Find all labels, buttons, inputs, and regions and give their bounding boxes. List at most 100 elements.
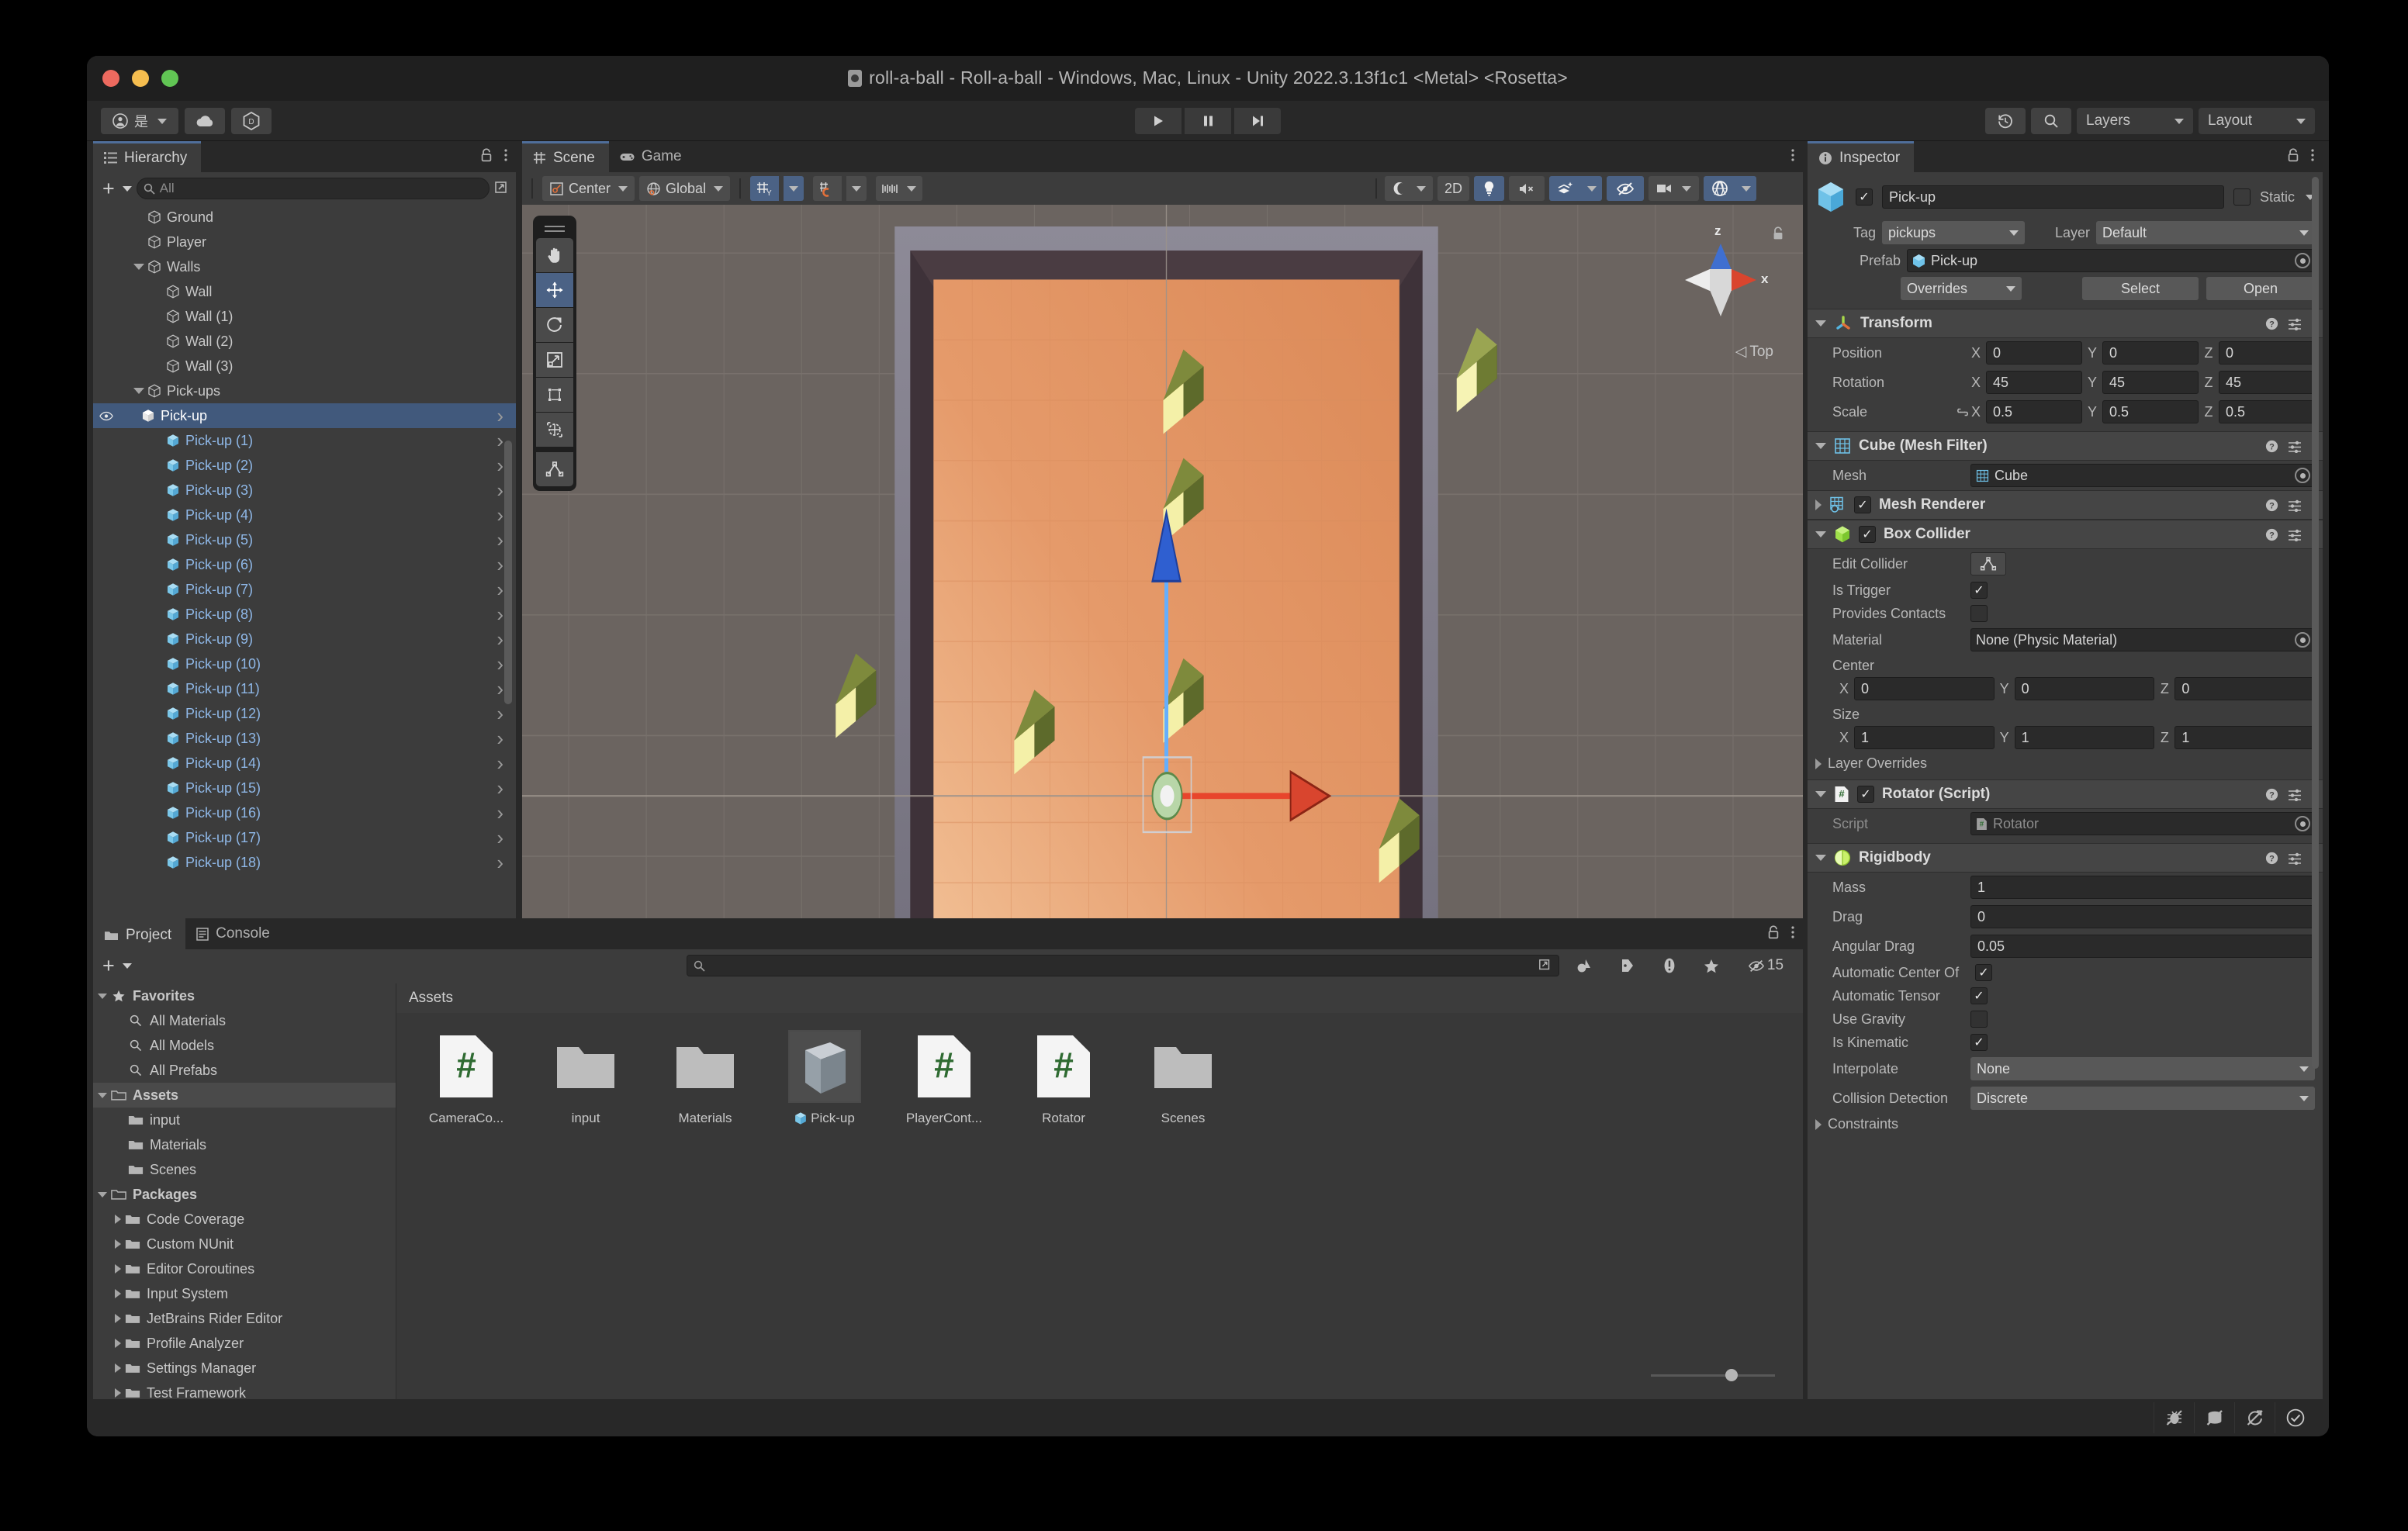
tab-inspector[interactable]: Inspector (1808, 141, 1915, 172)
filter-by-type-icon[interactable] (1564, 957, 1604, 974)
inspector-scrollbar[interactable] (2310, 177, 2320, 1391)
lock-icon[interactable] (1767, 925, 1780, 939)
refresh-off-icon[interactable] (2234, 1402, 2275, 1433)
project-tree-row[interactable]: Packages (93, 1182, 396, 1207)
project-search-expand-icon[interactable] (1538, 959, 1552, 973)
mesh-object-field[interactable]: Cube (1970, 464, 2315, 487)
hierarchy-row[interactable]: Pick-up (17) › (93, 825, 516, 850)
project-tree-row[interactable]: Editor Coroutines (93, 1256, 396, 1281)
collider-material-field[interactable]: None (Physic Material) (1970, 628, 2315, 651)
scale-y-input[interactable]: 0.5 (2102, 400, 2199, 423)
filter-warnings-icon[interactable] (1651, 957, 1688, 974)
hierarchy-search-expand-icon[interactable] (494, 181, 510, 196)
preset-icon[interactable] (2288, 788, 2302, 801)
layer-overrides-row[interactable]: Layer Overrides (1808, 752, 2323, 775)
lock-icon[interactable] (480, 148, 493, 162)
project-tree-scrollbar[interactable] (1790, 1016, 1801, 1353)
services-button[interactable]: D (231, 108, 272, 134)
foldout-icon[interactable] (115, 1314, 121, 1323)
layer-dropdown[interactable]: Default (2096, 221, 2315, 244)
project-tree-row[interactable]: JetBrains Rider Editor (93, 1306, 396, 1331)
interpolate-dropdown[interactable]: None (1970, 1057, 2315, 1080)
rotate-tool-button[interactable] (536, 308, 573, 342)
ruler-dropdown[interactable] (876, 176, 923, 201)
cache-off-icon[interactable] (2194, 1402, 2234, 1433)
rotator-enabled-checkbox[interactable]: ✓ (1857, 786, 1874, 803)
hierarchy-row[interactable]: Pick-up (1) › (93, 428, 516, 453)
scale-z-input[interactable]: 0.5 (2219, 400, 2315, 423)
project-tree-row[interactable]: Materials (93, 1132, 396, 1157)
use-gravity-checkbox[interactable] (1970, 1011, 1988, 1028)
project-tree-row[interactable]: Code Coverage (93, 1207, 396, 1232)
hierarchy-row[interactable]: Pick-up (7) › (93, 577, 516, 602)
project-tree[interactable]: Favorites All Materials All Models All Pref… (93, 983, 396, 1399)
pivot-mode-dropdown[interactable]: Center (542, 176, 635, 201)
mesh-renderer-enabled-checkbox[interactable]: ✓ (1854, 496, 1871, 513)
project-tree-row[interactable]: Scenes (93, 1157, 396, 1182)
asset-grid-item[interactable]: input (536, 1030, 635, 1126)
foldout-icon[interactable] (115, 1264, 121, 1274)
toggle-2d-button[interactable]: 2D (1437, 176, 1469, 201)
center-z-input[interactable]: 0 (2174, 677, 2316, 700)
kebab-menu-icon[interactable] (2310, 148, 2315, 162)
size-x-input[interactable]: 1 (1854, 726, 1995, 749)
hierarchy-row[interactable]: Pick-up (14) › (93, 751, 516, 776)
hierarchy-row[interactable]: Wall (3) (93, 354, 516, 378)
preset-icon[interactable] (2288, 528, 2302, 541)
layout-dropdown[interactable]: Layout (2199, 108, 2315, 134)
foldout-icon[interactable] (115, 1289, 121, 1298)
project-tree-row[interactable]: All Models (93, 1033, 396, 1058)
filter-by-label-icon[interactable] (1609, 958, 1646, 973)
check-circle-icon[interactable] (2275, 1402, 2315, 1433)
project-tree-row[interactable]: Settings Manager (93, 1356, 396, 1381)
mesh-filter-component-header[interactable]: Cube (Mesh Filter) ? (1808, 431, 2323, 461)
hierarchy-row[interactable]: Pick-up (10) › (93, 651, 516, 676)
cloud-button[interactable] (185, 108, 225, 134)
hierarchy-row[interactable]: Pick-up (5) › (93, 527, 516, 552)
rotation-y-input[interactable]: 45 (2102, 371, 2199, 394)
kebab-menu-icon[interactable] (1790, 925, 1795, 939)
chevron-down-icon[interactable] (122, 962, 132, 969)
gameobject-enabled-checkbox[interactable]: ✓ (1856, 188, 1873, 206)
asset-grid-item[interactable]: Pick-up (775, 1030, 874, 1126)
open-prefab-button[interactable]: Open (2206, 277, 2315, 300)
gizmo-lock-icon[interactable] (1772, 226, 1784, 240)
help-icon[interactable]: ? (2265, 788, 2278, 801)
hierarchy-row[interactable]: Wall (1) (93, 304, 516, 329)
custom-tool-button[interactable] (536, 452, 573, 486)
hierarchy-row[interactable]: Walls (93, 254, 516, 279)
transform-tool-button[interactable] (536, 413, 573, 447)
is-kinematic-checkbox[interactable]: ✓ (1970, 1034, 1988, 1051)
shading-mode-dropdown[interactable] (1384, 176, 1433, 201)
assets-grid[interactable]: # CameraCo... input Materials Pick-up # Player… (396, 1013, 1803, 1126)
hierarchy-row[interactable]: Pick-up (15) › (93, 776, 516, 800)
help-icon[interactable]: ? (2265, 852, 2278, 865)
project-create-button[interactable]: + (99, 955, 118, 976)
help-icon[interactable]: ? (2265, 499, 2278, 512)
scene-view-orientation-label[interactable]: ◁ Top (1735, 343, 1773, 361)
tab-scene[interactable]: Scene (522, 141, 609, 172)
foldout-icon[interactable] (115, 1215, 121, 1224)
scale-x-input[interactable]: 0.5 (1986, 400, 2082, 423)
rigidbody-component-header[interactable]: Rigidbody ? (1808, 843, 2323, 873)
magnet-snapping-dropdown[interactable] (846, 176, 867, 201)
chevron-down-icon[interactable] (122, 185, 132, 192)
handle-space-dropdown[interactable]: Global (639, 176, 731, 201)
step-button[interactable] (1234, 108, 1281, 134)
gizmos-button[interactable] (1704, 176, 1736, 201)
center-x-input[interactable]: 0 (1854, 677, 1995, 700)
asset-grid-item[interactable]: Materials (656, 1030, 755, 1126)
hierarchy-row[interactable]: Ground (93, 205, 516, 230)
hierarchy-row[interactable]: Pick-up (2) › (93, 453, 516, 478)
tag-dropdown[interactable]: pickups (1882, 221, 2025, 244)
foldout-icon[interactable] (115, 1339, 121, 1348)
preset-icon[interactable] (2288, 852, 2302, 865)
rotation-x-input[interactable]: 45 (1986, 371, 2082, 394)
undo-history-button[interactable] (1985, 108, 2026, 134)
tab-console[interactable]: Console (185, 918, 284, 949)
gizmos-dropdown[interactable] (1736, 176, 1756, 201)
scene-fx-button[interactable] (1549, 176, 1582, 201)
preset-icon[interactable] (2288, 317, 2302, 330)
hierarchy-row[interactable]: Pick-up (8) › (93, 602, 516, 627)
pause-button[interactable] (1185, 108, 1231, 134)
